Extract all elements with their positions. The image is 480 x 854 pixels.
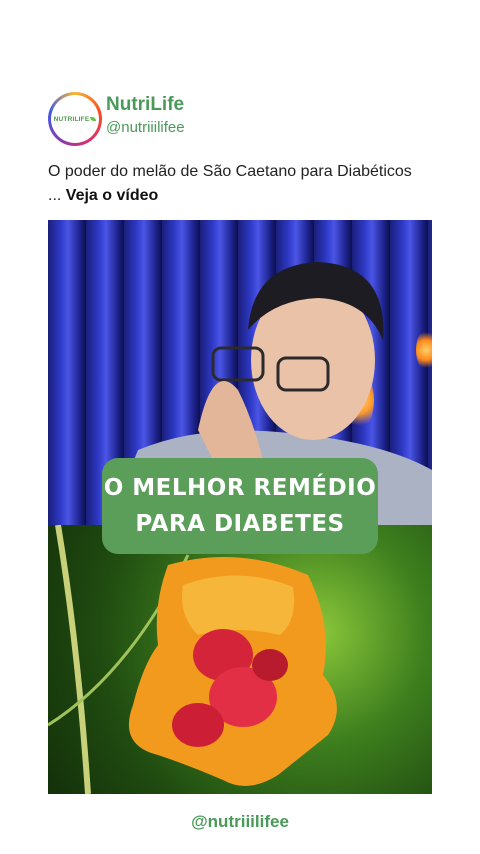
profile-header: NUTRILIFE NutriLife @nutriiilifee [48,90,432,150]
profile-handle[interactable]: @nutriiilifee [106,119,185,136]
avatar-logo: NUTRILIFE [51,95,99,143]
overlay-line-2: PARA DIABETES [135,511,345,537]
avatar-logo-text: NUTRILIFE [53,115,90,123]
footer-handle[interactable]: @nutriiilifee [0,812,480,832]
caption-cta[interactable]: Veja o vídeo [66,187,158,204]
overlay-line-1: O MELHOR REMÉDIO [103,475,377,501]
profile-avatar[interactable]: NUTRILIFE [48,92,102,146]
video-caption-overlay: O MELHOR REMÉDIO PARA DIABETES [102,458,378,554]
post-caption: O poder do melão de São Caetano para Dia… [48,160,428,208]
bitter-melon-image [48,525,337,794]
profile-name[interactable]: NutriLife [106,94,184,116]
leaf-icon [90,117,97,121]
video-player[interactable]: O MELHOR REMÉDIO PARA DIABETES [48,220,432,794]
video-frame-fruit [48,525,432,794]
